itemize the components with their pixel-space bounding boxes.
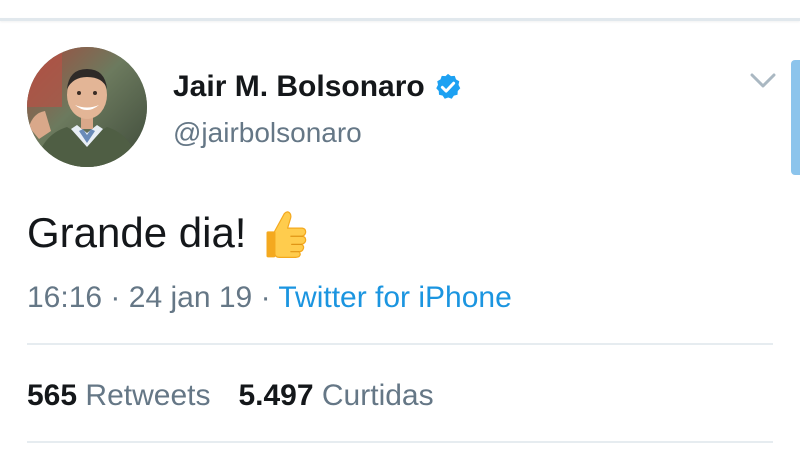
tweet-source-link[interactable]: Twitter for iPhone — [278, 281, 511, 314]
scroll-indicator — [791, 60, 800, 175]
divider — [27, 343, 773, 345]
tweet-text: Grande dia! — [27, 207, 312, 259]
author-display-name-text: Jair M. Bolsonaro — [173, 70, 425, 103]
tweet-text-content: Grande dia! — [27, 209, 247, 256]
author-display-name[interactable]: Jair M. Bolsonaro — [173, 67, 463, 107]
separator-dot: · — [260, 281, 271, 314]
likes-stat[interactable]: 5.497 Curtidas — [238, 376, 433, 416]
likes-count: 5.497 — [238, 379, 314, 412]
separator-dot: · — [110, 281, 121, 314]
verified-badge-icon — [433, 72, 463, 102]
tweet-stats: 565 Retweets 5.497 Curtidas — [27, 376, 462, 416]
profile-photo — [27, 47, 147, 167]
top-divider — [0, 18, 800, 21]
retweets-label: Retweets — [85, 379, 211, 412]
thumbs-up-icon — [260, 207, 312, 259]
divider — [27, 441, 773, 443]
tweet-metadata: 16:16 · 24 jan 19 · Twitter for iPhone — [27, 278, 512, 318]
author-handle[interactable]: @jairbolsonaro — [173, 113, 362, 153]
tweet-date[interactable]: 24 jan 19 — [129, 281, 252, 314]
retweets-count: 565 — [27, 379, 78, 412]
retweets-stat[interactable]: 565 Retweets — [27, 376, 210, 416]
chevron-down-icon[interactable] — [748, 70, 778, 92]
tweet-time[interactable]: 16:16 — [27, 281, 102, 314]
avatar[interactable] — [27, 47, 147, 167]
likes-label: Curtidas — [321, 379, 434, 412]
